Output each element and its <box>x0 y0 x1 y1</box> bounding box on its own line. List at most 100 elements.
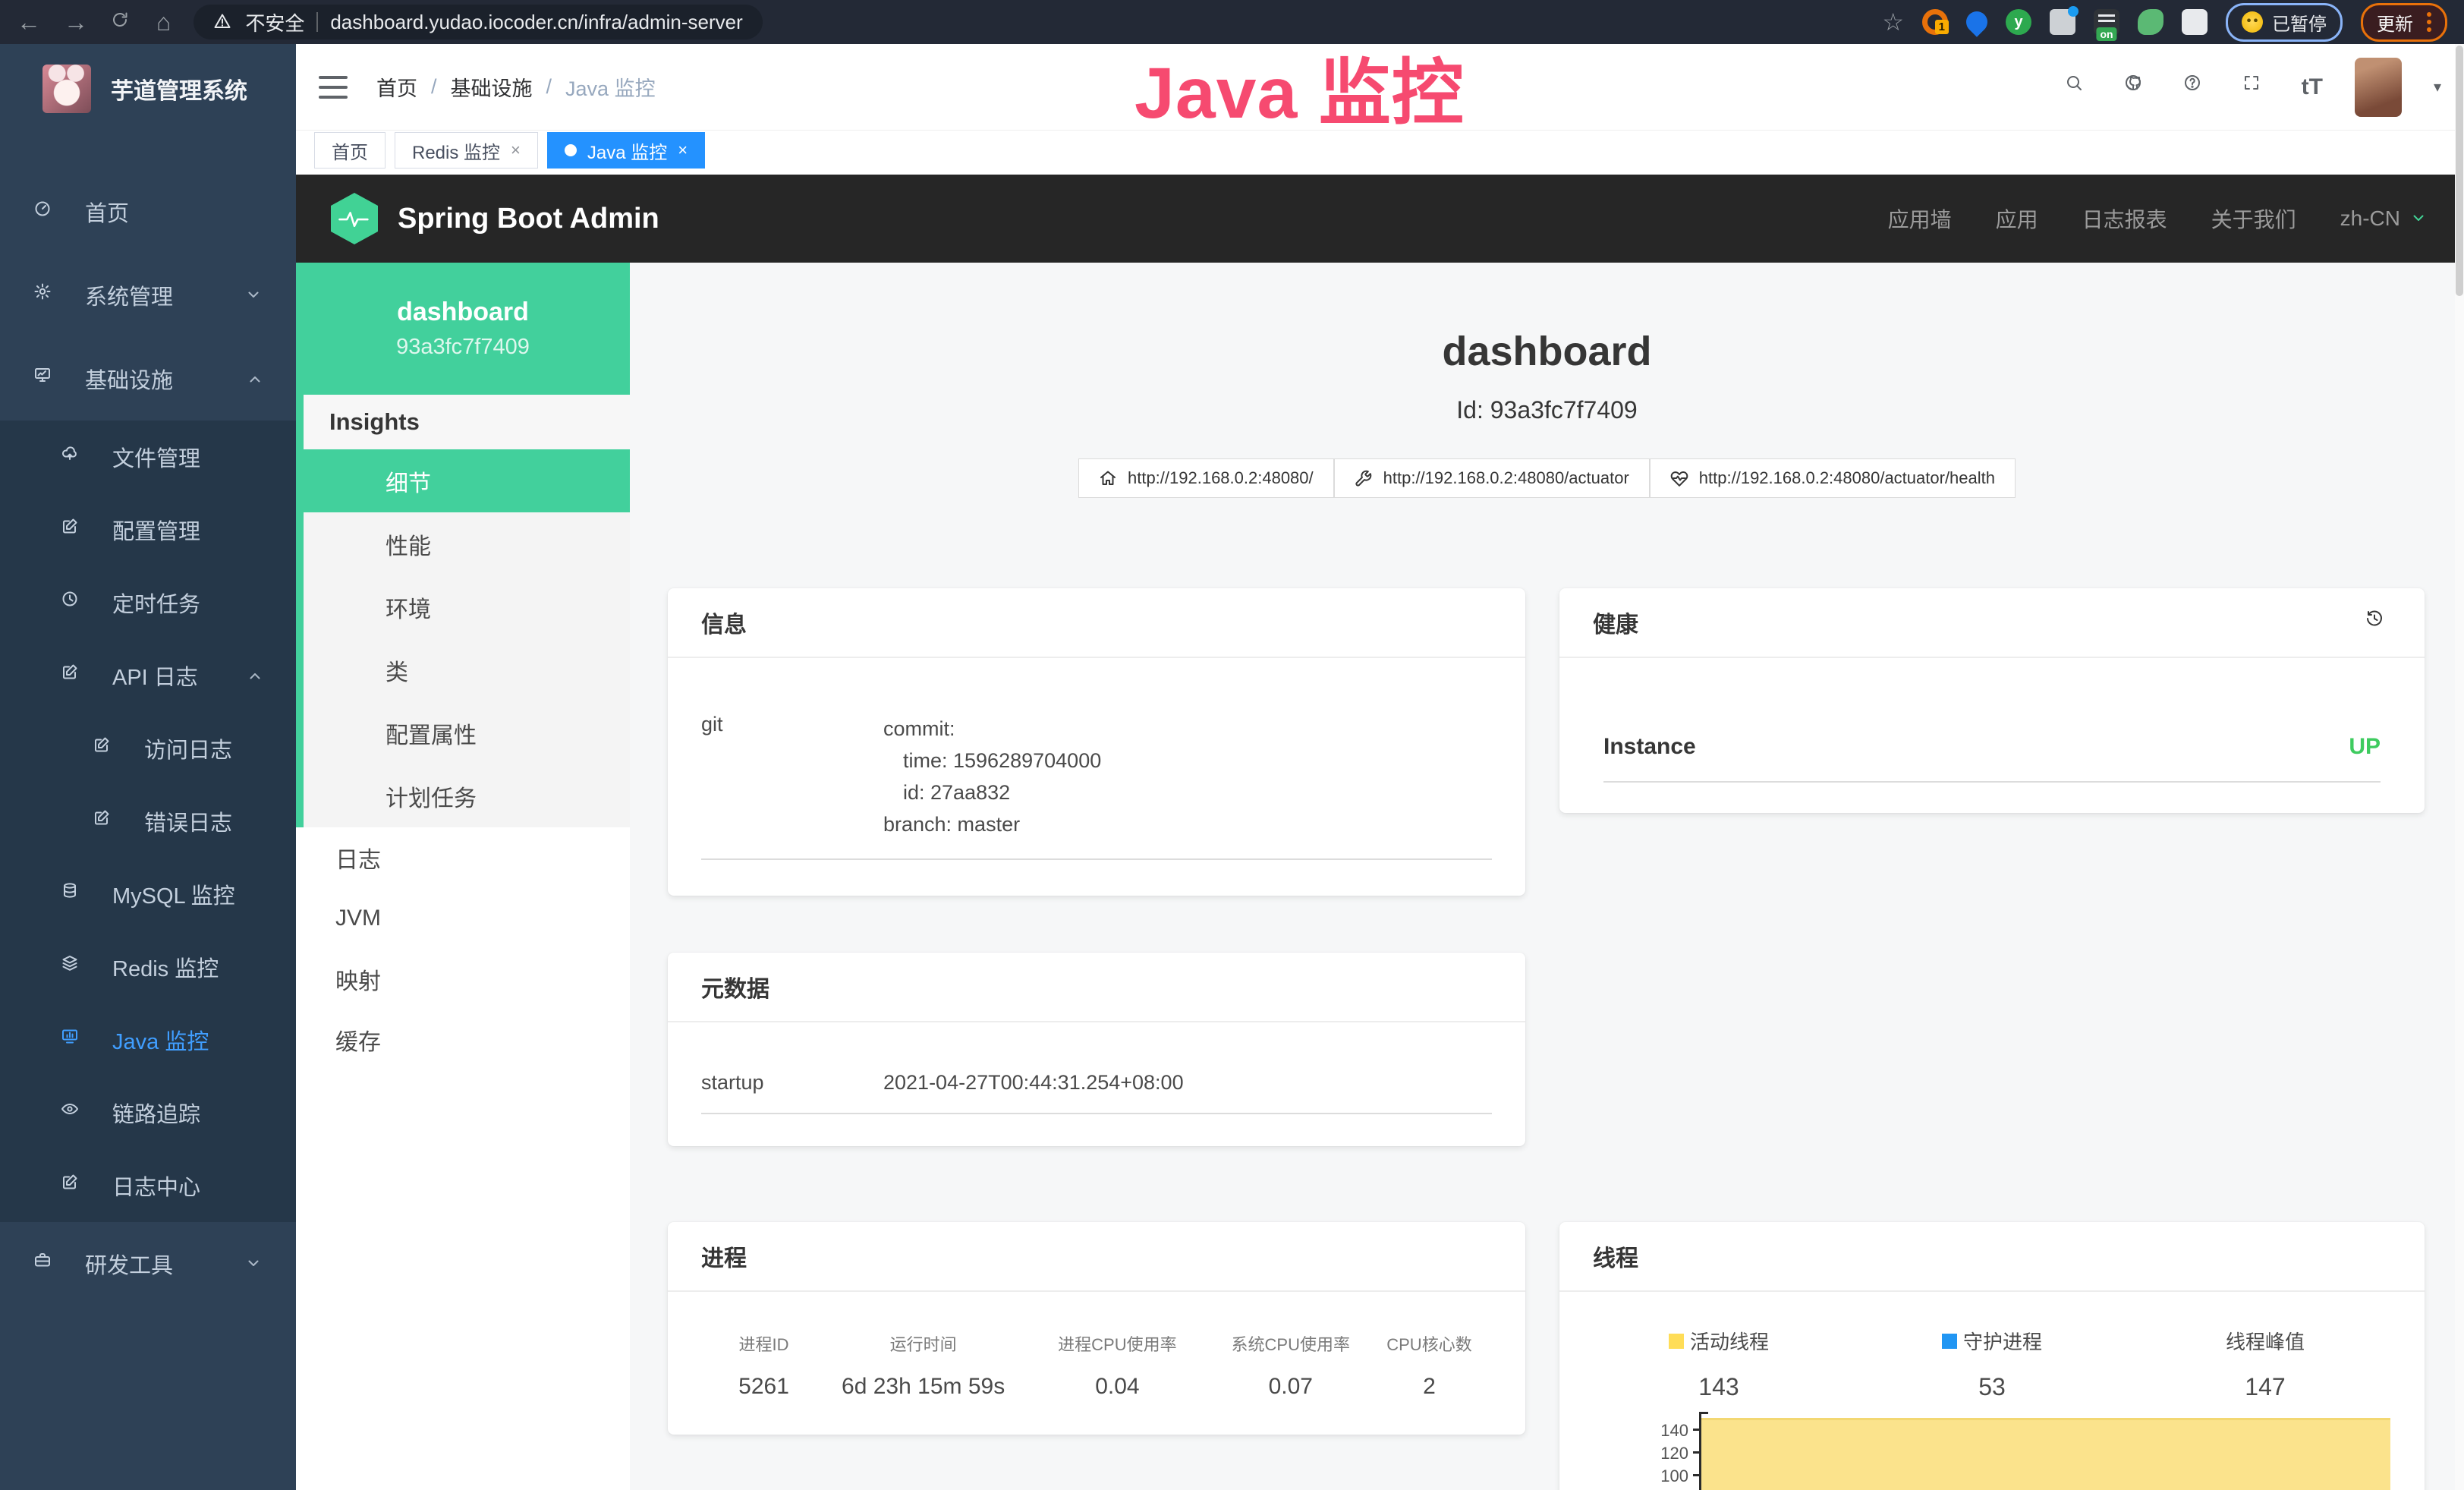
sidebar-item-file-mgmt[interactable]: 文件管理 <box>0 421 296 493</box>
browser-reload-button[interactable] <box>111 11 134 33</box>
app-logo <box>42 65 91 113</box>
close-icon[interactable]: × <box>511 140 521 160</box>
sba-nav-wallboard[interactable]: 应用墙 <box>1888 203 1952 234</box>
health-url-link[interactable]: http://192.168.0.2:48080/actuator/health <box>1650 458 2016 498</box>
sidebar-item-dev-tools[interactable]: 研发工具 <box>0 1222 296 1306</box>
log-edit-icon <box>93 736 118 761</box>
live-threads-value: 143 <box>1698 1373 1739 1401</box>
sba-menu-caches[interactable]: 缓存 <box>296 1010 630 1070</box>
user-menu-caret-icon[interactable]: ▾ <box>2434 77 2441 96</box>
home-icon <box>1099 469 1117 487</box>
sba-nav-applications[interactable]: 应用 <box>1996 203 2038 234</box>
sba-nav-journal[interactable]: 日志报表 <box>2082 203 2167 234</box>
sidebar-item-access-logs[interactable]: 访问日志 <box>0 712 296 785</box>
daemon-threads-value: 53 <box>1978 1373 2006 1401</box>
page-url: dashboard.yudao.iocoder.cn/infra/admin-s… <box>330 11 742 34</box>
sidebar-item-java-monitor[interactable]: Java 监控 <box>0 1003 296 1076</box>
instance-links: http://192.168.0.2:48080/ http://192.168… <box>630 458 2464 498</box>
security-label: 不安全 <box>245 8 304 36</box>
wrench-icon <box>1355 469 1373 487</box>
sba-menu-scheduledtasks[interactable]: 计划任务 <box>304 764 630 827</box>
instance-title: dashboard <box>630 328 2464 375</box>
address-bar[interactable]: 不安全 dashboard.yudao.iocoder.cn/infra/adm… <box>194 5 762 39</box>
font-size-icon[interactable]: tT <box>2302 74 2323 100</box>
sidebar-item-infrastructure[interactable]: 基础设施 <box>0 337 296 421</box>
close-icon[interactable]: × <box>678 140 688 160</box>
sba-menu-environment[interactable]: 环境 <box>304 575 630 638</box>
instance-name: dashboard <box>397 298 529 327</box>
sidebar-item-api-logs[interactable]: API 日志 <box>0 639 296 712</box>
live-threads-swatch <box>1669 1334 1684 1349</box>
instance-header[interactable]: dashboard 93a3fc7f7409 <box>296 263 630 395</box>
chevron-down-icon <box>244 1254 264 1274</box>
sba-menu-configprops[interactable]: 配置属性 <box>304 701 630 764</box>
browser-home-button[interactable]: ⌂ <box>156 10 171 34</box>
sidebar-item-tracing[interactable]: 链路追踪 <box>0 1076 296 1149</box>
breadcrumb-infrastructure[interactable]: 基础设施 <box>451 72 533 102</box>
extension-grid-icon[interactable] <box>2050 9 2075 35</box>
log-edit-icon <box>61 663 87 688</box>
sba-locale-select[interactable]: zh-CN <box>2340 206 2429 231</box>
row-divider <box>701 858 1492 860</box>
extension-leaf-icon[interactable] <box>2138 9 2163 35</box>
cloud-upload-icon <box>61 444 87 470</box>
tab-java-monitor[interactable]: Java 监控 × <box>547 132 705 169</box>
live-threads-area <box>1701 1418 2390 1490</box>
peak-threads-value: 147 <box>2245 1373 2285 1401</box>
clock-icon <box>61 590 87 616</box>
sidebar-item-scheduled-tasks[interactable]: 定时任务 <box>0 566 296 639</box>
gear-icon <box>33 282 59 308</box>
instance-id: 93a3fc7f7409 <box>396 335 530 360</box>
sba-logo[interactable] <box>331 193 378 244</box>
sidebar-item-log-center[interactable]: 日志中心 <box>0 1149 296 1222</box>
sba-menu-mappings[interactable]: 映射 <box>296 949 630 1010</box>
browser-menu-icon[interactable] <box>2427 12 2431 32</box>
sba-menu-metrics[interactable]: 性能 <box>304 512 630 575</box>
fullscreen-icon[interactable] <box>2242 74 2270 101</box>
tab-redis-monitor[interactable]: Redis 监控 × <box>395 132 538 169</box>
github-icon[interactable] <box>2124 74 2151 101</box>
chevron-up-icon <box>244 369 264 389</box>
extension-y-icon[interactable]: y <box>2006 9 2031 35</box>
bookmark-star-icon[interactable]: ☆ <box>1882 8 1904 36</box>
info-card-title: 信息 <box>701 606 747 639</box>
sba-nav-about[interactable]: 关于我们 <box>2211 203 2296 234</box>
process-card-title: 进程 <box>701 1240 747 1273</box>
database-icon <box>61 881 87 907</box>
extension-pin-icon[interactable] <box>1962 7 1992 37</box>
breadcrumb-home[interactable]: 首页 <box>376 72 417 102</box>
sidebar-toggle-icon[interactable] <box>319 76 348 99</box>
scrollbar-thumb[interactable] <box>2456 46 2463 296</box>
metadata-value: 2021-04-27T00:44:31.254+08:00 <box>883 1071 1184 1095</box>
app-logo-row[interactable]: 芋道管理系统 <box>0 44 296 134</box>
briefcase-icon <box>33 1251 59 1277</box>
service-url-link[interactable]: http://192.168.0.2:48080/ <box>1078 458 1334 498</box>
edit-icon <box>61 517 87 543</box>
browser-forward-button[interactable]: → <box>64 10 88 34</box>
extensions-puzzle-icon[interactable] <box>2182 9 2208 35</box>
sidebar-item-error-logs[interactable]: 错误日志 <box>0 785 296 858</box>
sidebar-item-mysql-monitor[interactable]: MySQL 监控 <box>0 858 296 931</box>
row-divider <box>701 1113 1492 1114</box>
sba-menu-logging[interactable]: 日志 <box>296 827 630 888</box>
eye-icon <box>61 1100 87 1126</box>
extension-colorzilla-icon[interactable]: 1 <box>1922 9 1948 35</box>
sba-menu-details[interactable]: 细节 <box>304 449 630 512</box>
chevron-down-icon <box>244 285 264 305</box>
actuator-url-link[interactable]: http://192.168.0.2:48080/actuator <box>1334 458 1650 498</box>
sidebar-item-system-mgmt[interactable]: 系统管理 <box>0 254 296 337</box>
sba-menu-beans[interactable]: 类 <box>304 638 630 701</box>
chrome-update-button[interactable]: 更新 <box>2361 3 2447 42</box>
sidebar-item-redis-monitor[interactable]: Redis 监控 <box>0 931 296 1003</box>
profile-paused-chip[interactable]: 已暂停 <box>2226 3 2343 42</box>
extension-switch-icon[interactable]: on <box>2094 9 2119 35</box>
user-avatar[interactable] <box>2355 58 2402 117</box>
help-icon[interactable] <box>2183 74 2211 101</box>
sidebar-item-config-mgmt[interactable]: 配置管理 <box>0 493 296 566</box>
browser-back-button[interactable]: ← <box>17 10 41 34</box>
sidebar-item-home[interactable]: 首页 <box>0 170 296 254</box>
history-icon[interactable] <box>2365 610 2391 635</box>
sba-menu-jvm[interactable]: JVM <box>296 888 630 949</box>
tab-home[interactable]: 首页 <box>314 132 385 169</box>
search-icon[interactable] <box>2065 74 2092 101</box>
